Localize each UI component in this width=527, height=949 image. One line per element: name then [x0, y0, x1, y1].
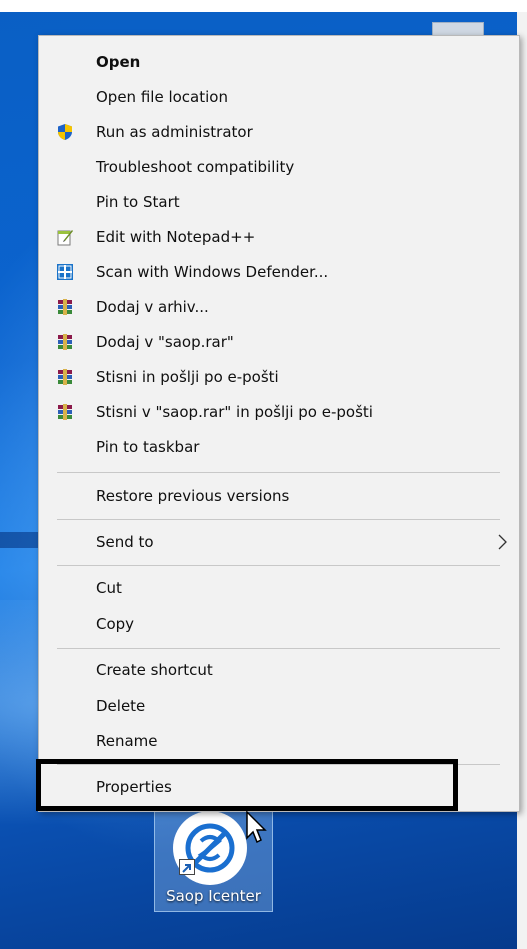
menu-item-label: Create shortcut: [96, 661, 213, 679]
menu-item-restore-previous-versions[interactable]: Restore previous versions: [39, 479, 519, 513]
menu-item-create-shortcut[interactable]: Create shortcut: [39, 653, 519, 687]
menu-item-label: Cut: [96, 579, 122, 597]
winrar-icon: [56, 333, 74, 351]
menu-item-label: Open file location: [96, 88, 228, 106]
menu-item-label: Dodaj v "saop.rar": [96, 333, 234, 351]
menu-item-label: Troubleshoot compatibility: [96, 158, 295, 176]
uac-shield-icon: [56, 123, 74, 141]
menu-item-open-file-location[interactable]: Open file location: [39, 80, 519, 114]
menu-item-edit-with-notepadpp[interactable]: Edit with Notepad++: [39, 220, 519, 254]
desktop-icon-label: Saop Icenter: [166, 887, 261, 905]
menu-item-stisni-in-poslji[interactable]: Stisni in pošlji po e-pošti: [39, 360, 519, 394]
menu-item-label: Stisni in pošlji po e-pošti: [96, 368, 279, 386]
menu-item-scan-with-windows-defender[interactable]: Scan with Windows Defender...: [39, 255, 519, 289]
menu-item-rename[interactable]: Rename: [39, 724, 519, 758]
menu-item-stisni-v-saop-rar-poslji[interactable]: Stisni v "saop.rar" in pošlji po e-pošti: [39, 395, 519, 429]
notepadpp-icon: [56, 228, 74, 246]
menu-item-label: Scan with Windows Defender...: [96, 263, 329, 281]
context-menu: Open Open file location Run as administr…: [38, 35, 520, 812]
winrar-icon: [56, 368, 74, 386]
menu-separator: [57, 648, 500, 649]
menu-item-label: Dodaj v arhiv...: [96, 298, 209, 316]
menu-item-copy[interactable]: Copy: [39, 607, 519, 641]
menu-item-label: Pin to Start: [96, 193, 180, 211]
menu-item-label: Run as administrator: [96, 123, 253, 141]
properties-highlight-box: [36, 759, 458, 811]
menu-item-label: Send to: [96, 533, 154, 551]
menu-separator: [57, 565, 500, 566]
menu-item-delete[interactable]: Delete: [39, 689, 519, 723]
winrar-icon: [56, 403, 74, 421]
menu-item-dodaj-v-saop-rar[interactable]: Dodaj v "saop.rar": [39, 325, 519, 359]
menu-item-pin-to-taskbar[interactable]: Pin to taskbar: [39, 430, 519, 464]
menu-item-open[interactable]: Open: [39, 45, 519, 79]
menu-item-run-as-administrator[interactable]: Run as administrator: [39, 115, 519, 149]
winrar-icon: [56, 298, 74, 316]
shortcut-arrow-icon: [179, 859, 195, 875]
menu-item-label: Delete: [96, 697, 146, 715]
menu-item-label: Restore previous versions: [96, 487, 290, 505]
menu-item-dodaj-v-arhiv[interactable]: Dodaj v arhiv...: [39, 290, 519, 324]
menu-item-label: Stisni v "saop.rar" in pošlji po e-pošti: [96, 403, 373, 421]
menu-item-label: Edit with Notepad++: [96, 228, 256, 246]
top-strip: [0, 0, 527, 12]
menu-item-label: Rename: [96, 732, 158, 750]
menu-item-label: Open: [96, 53, 141, 71]
windows-defender-icon: [56, 263, 74, 281]
chevron-right-icon: [495, 534, 509, 550]
menu-separator: [57, 519, 500, 520]
menu-item-send-to[interactable]: Send to: [39, 525, 519, 559]
menu-separator: [57, 472, 500, 473]
menu-item-label: Pin to taskbar: [96, 438, 200, 456]
mouse-cursor-icon: [245, 810, 267, 846]
menu-item-label: Copy: [96, 615, 135, 633]
menu-item-troubleshoot-compatibility[interactable]: Troubleshoot compatibility: [39, 150, 519, 184]
menu-item-cut[interactable]: Cut: [39, 571, 519, 605]
menu-item-pin-to-start[interactable]: Pin to Start: [39, 185, 519, 219]
